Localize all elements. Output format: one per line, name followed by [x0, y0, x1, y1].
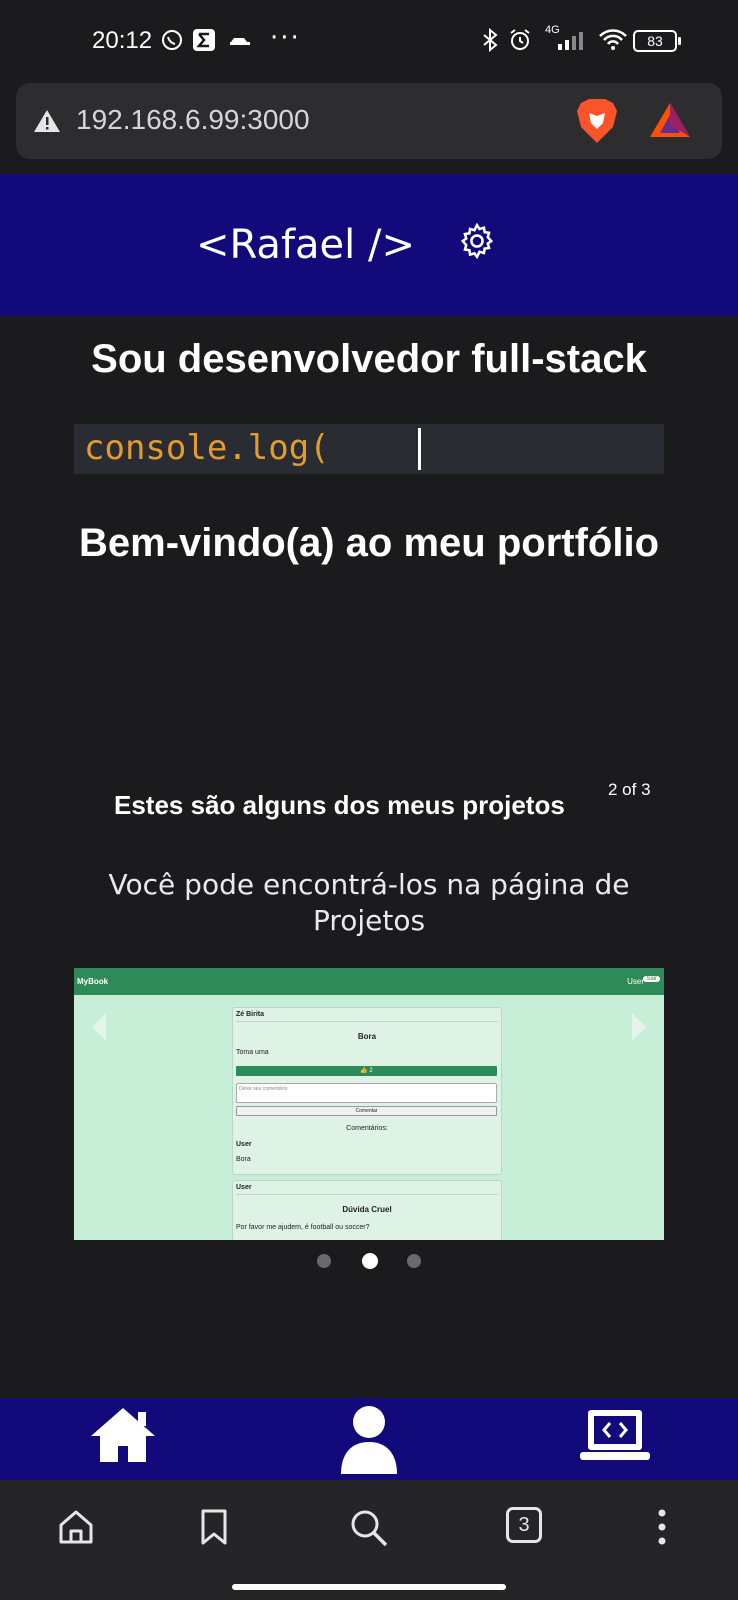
post-card: User Dúvida Cruel Por favor me ajudem, é…: [232, 1180, 502, 1240]
tab-switcher-button[interactable]: 3: [506, 1507, 542, 1543]
site-header: <Rafael />: [0, 174, 738, 316]
post-body: Toma uma: [236, 1049, 269, 1056]
brave-rewards-icon[interactable]: [648, 101, 692, 139]
like-button: 👍 2: [236, 1066, 497, 1076]
typing-cursor: [418, 428, 421, 470]
brave-shields-icon[interactable]: [575, 97, 619, 145]
bookmark-icon[interactable]: [197, 1507, 231, 1547]
overflow-menu-icon[interactable]: [652, 1507, 672, 1547]
car-icon: [230, 38, 250, 45]
comment-button: Comentar: [236, 1106, 497, 1116]
comments-label: Comentários:: [346, 1125, 388, 1132]
status-bar: 20:12 ··· 4G 83: [0, 0, 738, 78]
carousel-counter: 2 of 3: [608, 780, 651, 799]
status-time: 20:12: [92, 27, 153, 54]
carousel-dot-1[interactable]: [317, 1254, 331, 1268]
signal-icon: [558, 32, 583, 50]
site-brand-logo[interactable]: <Rafael />: [196, 222, 415, 268]
carousel-next-icon[interactable]: [632, 1013, 646, 1041]
mybook-navbar: MyBook User Sair: [74, 968, 664, 995]
wifi-icon: [599, 29, 627, 50]
projects-laptop-code-icon[interactable]: [580, 1408, 650, 1466]
carousel-dot-3[interactable]: [407, 1254, 421, 1268]
alarm-icon: [510, 29, 530, 50]
post-author: Zé Birita: [236, 1011, 265, 1018]
gesture-home-indicator[interactable]: [232, 1584, 506, 1590]
mybook-brand: MyBook: [77, 977, 109, 986]
user-profile-icon[interactable]: [337, 1404, 401, 1474]
whatsapp-icon: [162, 30, 182, 50]
carousel-prev-icon[interactable]: [92, 1013, 106, 1041]
comment-text: Bora: [236, 1156, 251, 1163]
welcome-heading: Bem-vindo(a) ao meu portfólio: [79, 521, 659, 565]
url-text[interactable]: 192.168.6.99:3000: [76, 104, 310, 136]
address-bar[interactable]: 192.168.6.99:3000: [16, 83, 722, 159]
mybook-user: User: [627, 977, 644, 986]
post-body: Por favor me ajudem, é football ou socce…: [236, 1224, 370, 1231]
divider: [236, 1194, 498, 1195]
site-bottom-nav: [0, 1398, 738, 1480]
hero-title: Sou desenvolvedor full-stack: [91, 337, 647, 381]
projects-subtext: Você pode encontrá-los na página de Proj…: [108, 868, 630, 937]
post-title: Bora: [357, 1032, 377, 1041]
battery-indicator: 83: [633, 30, 681, 52]
carousel-dot-2[interactable]: [362, 1253, 378, 1269]
browser-toolbar: 3: [0, 1480, 738, 1600]
divider: [236, 1021, 498, 1022]
more-notifications-icon: ···: [270, 23, 301, 53]
post-card: Zé Birita Bora Toma uma 👍 2 Deixe seu co…: [232, 1007, 502, 1175]
comment-author: User: [236, 1141, 252, 1148]
mybook-logout: Sair: [643, 976, 660, 982]
comment-input: Deixe seu comentário: [236, 1083, 497, 1103]
code-snippet: console.log(: [84, 428, 330, 468]
typing-code-animation: console.log(: [74, 424, 664, 474]
post-title: Dúvida Cruel: [342, 1205, 392, 1214]
projects-heading: Estes são alguns dos meus projetos: [114, 790, 565, 820]
not-secure-warning-icon[interactable]: [32, 108, 62, 134]
browser-home-icon[interactable]: [56, 1507, 96, 1547]
post-author: User: [236, 1184, 252, 1191]
project-carousel-slide[interactable]: MyBook User Sair Zé Birita Bora Toma uma…: [74, 968, 664, 1240]
sigma-app-icon: [193, 29, 215, 51]
home-icon[interactable]: [88, 1404, 158, 1466]
search-icon[interactable]: [348, 1507, 390, 1549]
bluetooth-icon: [483, 28, 498, 52]
gear-icon[interactable]: [458, 222, 496, 260]
